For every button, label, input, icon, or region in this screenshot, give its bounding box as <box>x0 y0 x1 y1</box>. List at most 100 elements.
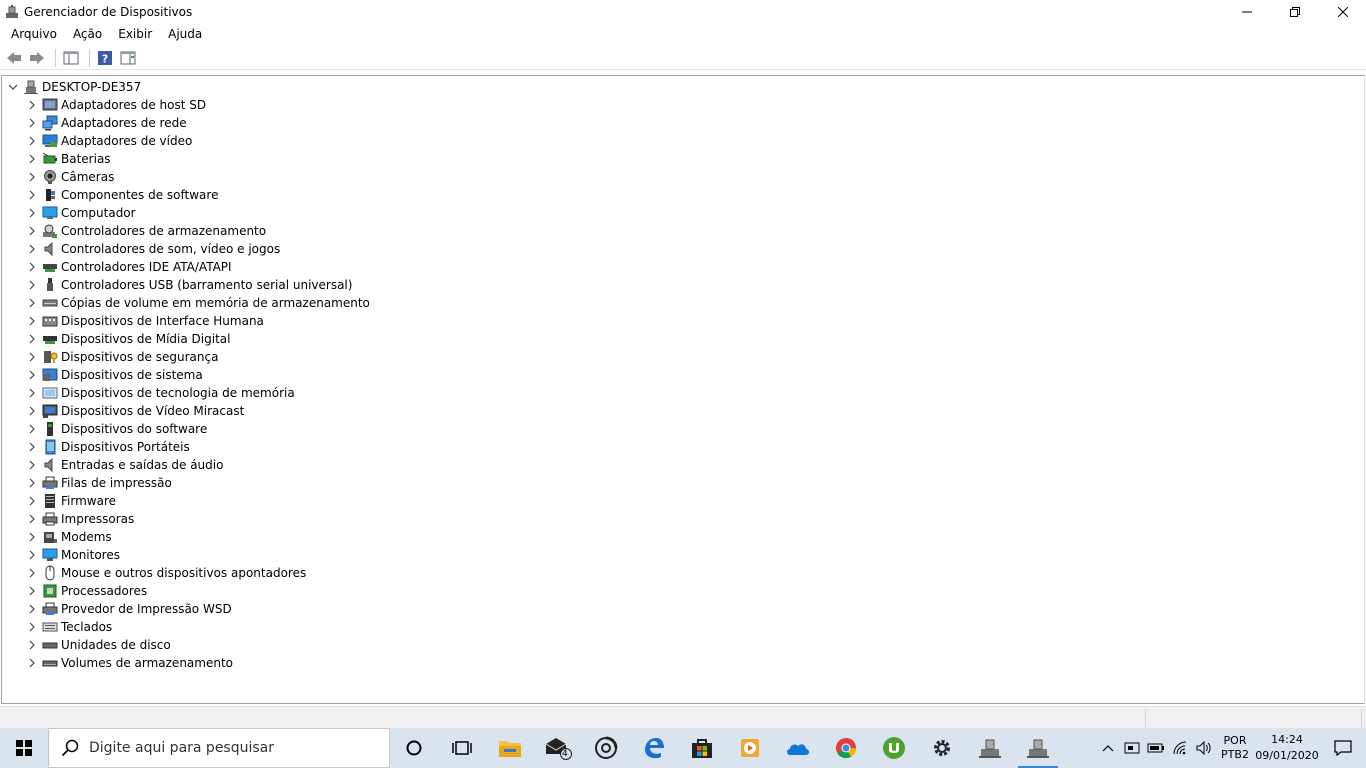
tree-item[interactable]: Firmware <box>25 492 370 510</box>
tray-app-icon[interactable] <box>1120 728 1144 768</box>
tree-item[interactable]: Adaptadores de vídeo <box>25 132 370 150</box>
tree-item[interactable]: Monitores <box>25 546 370 564</box>
chevron-right-icon[interactable] <box>25 528 39 546</box>
action-center-button[interactable] <box>1320 728 1366 768</box>
close-button[interactable] <box>1319 0 1366 24</box>
wifi-tray-icon[interactable] <box>1168 728 1192 768</box>
tree-item[interactable]: Provedor de Impressão WSD <box>25 600 370 618</box>
chevron-right-icon[interactable] <box>25 492 39 510</box>
chevron-right-icon[interactable] <box>25 204 39 222</box>
menu-acao[interactable]: Ação <box>65 27 110 41</box>
chevron-right-icon[interactable] <box>25 384 39 402</box>
tree-item[interactable]: Cópias de volume em memória de armazenam… <box>25 294 370 312</box>
minimize-button[interactable] <box>1223 0 1270 24</box>
chevron-right-icon[interactable] <box>25 546 39 564</box>
chevron-right-icon[interactable] <box>25 132 39 150</box>
tree-item[interactable]: Controladores de armazenamento <box>25 222 370 240</box>
chevron-right-icon[interactable] <box>25 600 39 618</box>
chevron-right-icon[interactable] <box>25 96 39 114</box>
device-manager-taskbar-button[interactable] <box>966 728 1014 768</box>
tree-item[interactable]: Dispositivos de segurança <box>25 348 370 366</box>
volume-tray-icon[interactable] <box>1192 728 1216 768</box>
tree-item[interactable]: Mouse e outros dispositivos apontadores <box>25 564 370 582</box>
tree-item[interactable]: Dispositivos de Vídeo Miracast <box>25 402 370 420</box>
tree-item[interactable]: Dispositivos de sistema <box>25 366 370 384</box>
chevron-right-icon[interactable] <box>25 420 39 438</box>
tree-item[interactable]: Componentes de software <box>25 186 370 204</box>
edge-button[interactable] <box>630 728 678 768</box>
tree-item[interactable]: Processadores <box>25 582 370 600</box>
show-hide-console-tree-button[interactable] <box>61 48 81 68</box>
input-language-indicator[interactable]: POR PTB2 <box>1220 734 1250 762</box>
chevron-right-icon[interactable] <box>25 474 39 492</box>
chevron-down-icon[interactable] <box>6 78 20 96</box>
battery-tray-icon[interactable] <box>1144 728 1168 768</box>
chevron-right-icon[interactable] <box>25 582 39 600</box>
chevron-right-icon[interactable] <box>25 636 39 654</box>
tree-item[interactable]: Impressoras <box>25 510 370 528</box>
chevron-right-icon[interactable] <box>25 330 39 348</box>
tree-item[interactable]: Baterias <box>25 150 370 168</box>
tree-item[interactable]: Câmeras <box>25 168 370 186</box>
tree-item[interactable]: Dispositivos de tecnologia de memória <box>25 384 370 402</box>
tree-item[interactable]: Volumes de armazenamento <box>25 654 370 672</box>
cortana-button[interactable] <box>390 728 438 768</box>
chevron-right-icon[interactable] <box>25 564 39 582</box>
start-button[interactable] <box>0 728 48 768</box>
tree-item[interactable]: Entradas e saídas de áudio <box>25 456 370 474</box>
chevron-right-icon[interactable] <box>25 348 39 366</box>
tree-item[interactable]: Adaptadores de host SD <box>25 96 370 114</box>
menu-ajuda[interactable]: Ajuda <box>160 27 210 41</box>
task-view-button[interactable] <box>438 728 486 768</box>
chevron-right-icon[interactable] <box>25 456 39 474</box>
taskbar-search-box[interactable]: Digite aqui para pesquisar <box>48 728 390 768</box>
chevron-right-icon[interactable] <box>25 114 39 132</box>
tree-item[interactable]: Controladores IDE ATA/ATAPI <box>25 258 370 276</box>
device-tree[interactable]: DESKTOP-DE357 Adaptadores de host SD Adap… <box>1 75 1365 704</box>
menu-arquivo[interactable]: Arquivo <box>3 27 65 41</box>
chevron-right-icon[interactable] <box>25 150 39 168</box>
chevron-right-icon[interactable] <box>25 186 39 204</box>
chevron-right-icon[interactable] <box>25 312 39 330</box>
chevron-right-icon[interactable] <box>25 294 39 312</box>
tree-item[interactable]: Teclados <box>25 618 370 636</box>
device-manager-active-button[interactable] <box>1014 728 1062 768</box>
mail-button[interactable]: 4 <box>534 728 582 768</box>
chevron-right-icon[interactable] <box>25 618 39 636</box>
tree-item[interactable]: Controladores USB (barramento serial uni… <box>25 276 370 294</box>
back-button[interactable] <box>4 48 24 68</box>
tree-item[interactable]: Dispositivos Portáteis <box>25 438 370 456</box>
tree-item[interactable]: Computador <box>25 204 370 222</box>
chevron-right-icon[interactable] <box>25 510 39 528</box>
chevron-right-icon[interactable] <box>25 438 39 456</box>
tree-item[interactable]: Filas de impressão <box>25 474 370 492</box>
menu-exibir[interactable]: Exibir <box>110 27 160 41</box>
chrome-button[interactable] <box>822 728 870 768</box>
tree-item[interactable]: Controladores de som, vídeo e jogos <box>25 240 370 258</box>
tree-item[interactable]: Dispositivos de Mídia Digital <box>25 330 370 348</box>
chevron-right-icon[interactable] <box>25 258 39 276</box>
tree-root-node[interactable]: DESKTOP-DE357 <box>6 78 141 96</box>
store-button[interactable] <box>678 728 726 768</box>
clock[interactable]: 14:24 09/01/2020 <box>1254 732 1320 764</box>
onedrive-button[interactable] <box>774 728 822 768</box>
restore-button[interactable] <box>1271 0 1318 24</box>
settings-button[interactable] <box>918 728 966 768</box>
chevron-right-icon[interactable] <box>25 276 39 294</box>
show-action-pane-button[interactable] <box>118 48 138 68</box>
tree-item[interactable]: Unidades de disco <box>25 636 370 654</box>
file-explorer-button[interactable] <box>486 728 534 768</box>
chevron-right-icon[interactable] <box>25 222 39 240</box>
chevron-right-icon[interactable] <box>25 168 39 186</box>
tree-item[interactable]: Dispositivos do software <box>25 420 370 438</box>
chevron-right-icon[interactable] <box>25 366 39 384</box>
utorrent-button[interactable] <box>870 728 918 768</box>
tree-item[interactable]: Dispositivos de Interface Humana <box>25 312 370 330</box>
forward-button[interactable] <box>27 48 47 68</box>
tree-item[interactable]: Adaptadores de rede <box>25 114 370 132</box>
chevron-right-icon[interactable] <box>25 402 39 420</box>
video-player-button[interactable] <box>726 728 774 768</box>
help-button[interactable]: ? <box>95 48 115 68</box>
chevron-right-icon[interactable] <box>25 654 39 672</box>
groove-music-button[interactable] <box>582 728 630 768</box>
